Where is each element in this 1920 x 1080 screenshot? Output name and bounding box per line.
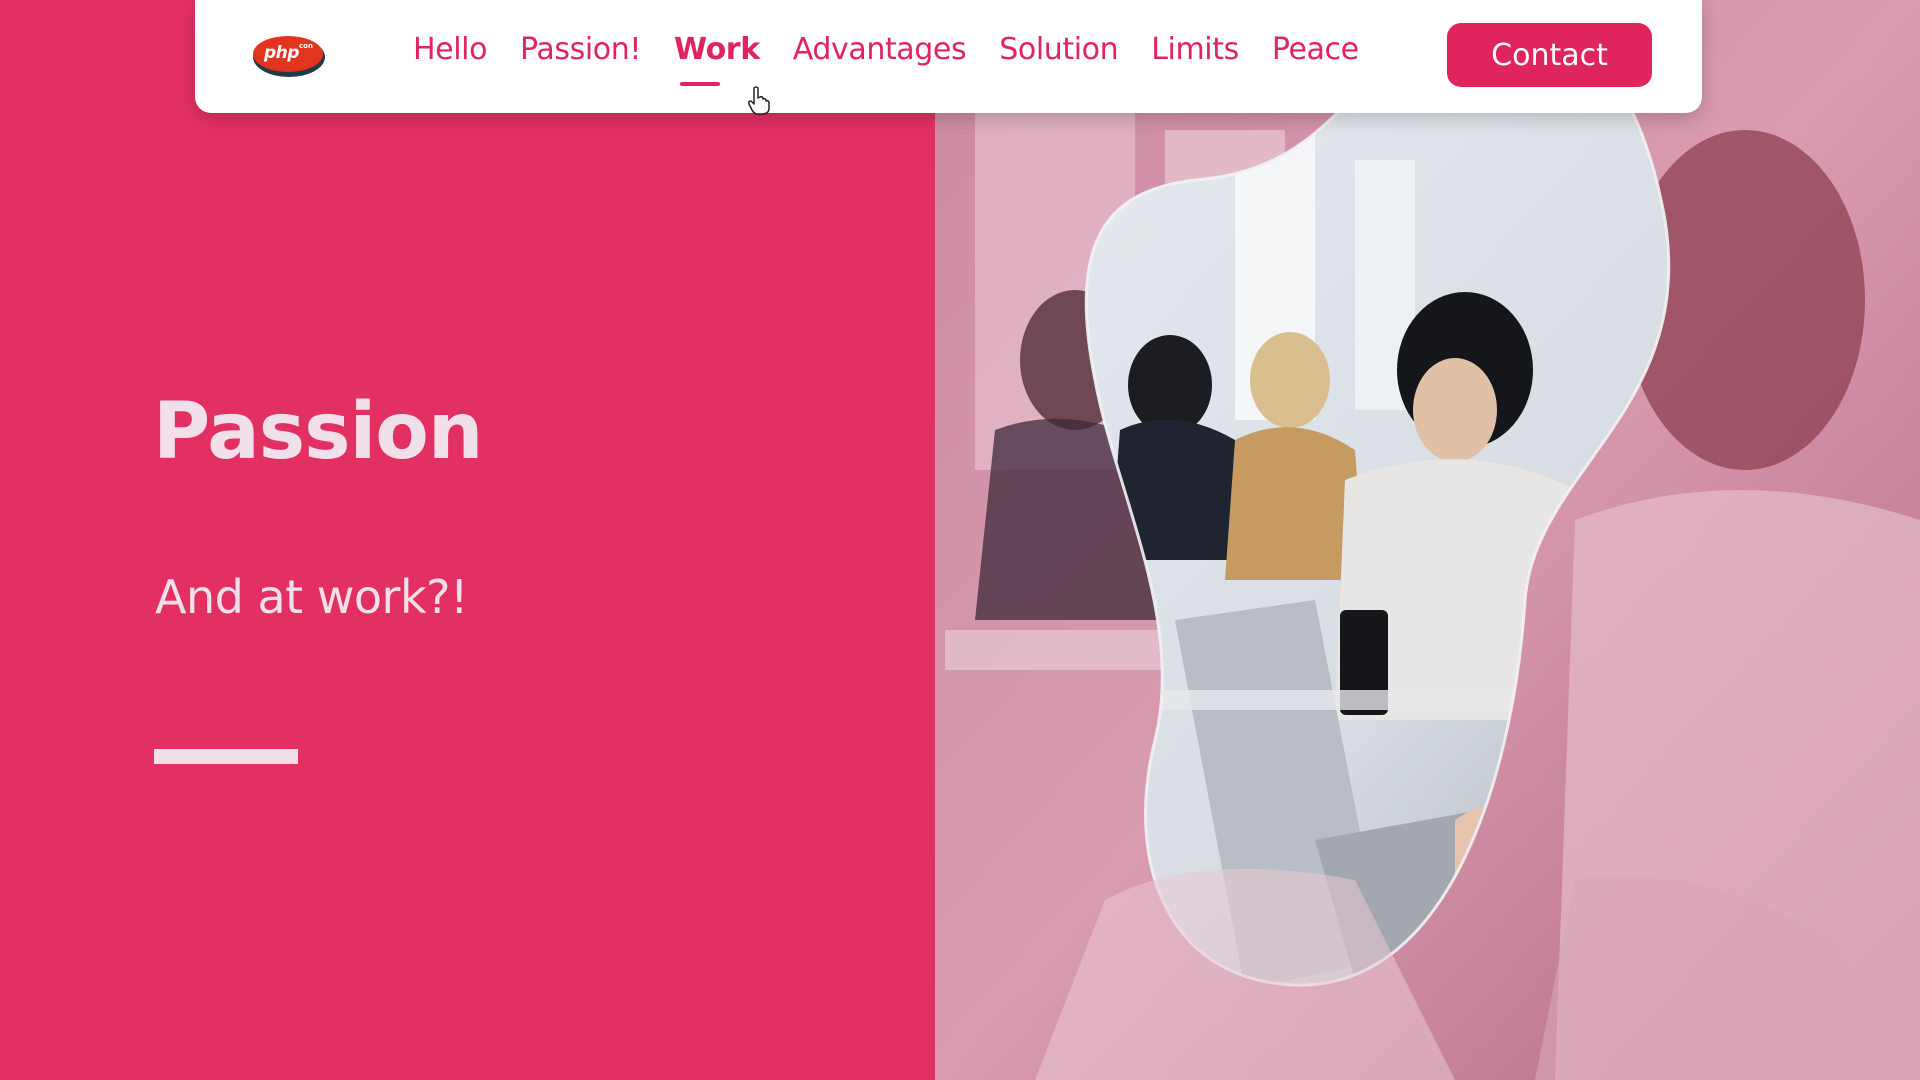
phpcon-logo[interactable]: php con (250, 31, 326, 79)
office-workers-photo (935, 0, 1920, 1080)
hero-title: Passion (153, 387, 483, 477)
nav-item-label: Solution (999, 32, 1119, 67)
nav-item-label: Passion! (520, 32, 641, 67)
hero-divider (154, 749, 298, 764)
nav-item-label: Advantages (792, 32, 967, 67)
nav-item-label: Hello (413, 32, 488, 67)
nav-item-label: Limits (1151, 32, 1239, 67)
top-navbar: php con Hello Passion! Work Advantages S… (195, 0, 1702, 113)
nav-item-peace[interactable]: Peace (1272, 32, 1359, 82)
nav-item-label: Peace (1271, 32, 1359, 67)
nav-item-label: Work (673, 32, 760, 67)
nav-item-solution[interactable]: Solution (999, 32, 1118, 82)
logo-superscript: con (299, 42, 313, 50)
active-indicator (679, 82, 720, 86)
nav-item-advantages[interactable]: Advantages (792, 32, 967, 82)
nav-menu: Hello Passion! Work Advantages Solution … (413, 32, 1392, 86)
nav-item-hello[interactable]: Hello (413, 32, 487, 82)
slide: Passion And at work?! php con Hello Pass… (0, 0, 1920, 1080)
logo-text: php (264, 43, 299, 63)
nav-item-passion[interactable]: Passion! (520, 32, 641, 82)
hand-pointer-icon (747, 86, 771, 121)
hero-subtitle: And at work?! (155, 570, 468, 624)
nav-item-limits[interactable]: Limits (1151, 32, 1239, 82)
contact-button[interactable]: Contact (1447, 23, 1652, 87)
hero-panel: Passion And at work?! (0, 0, 935, 1080)
nav-item-work[interactable]: Work (673, 32, 760, 86)
